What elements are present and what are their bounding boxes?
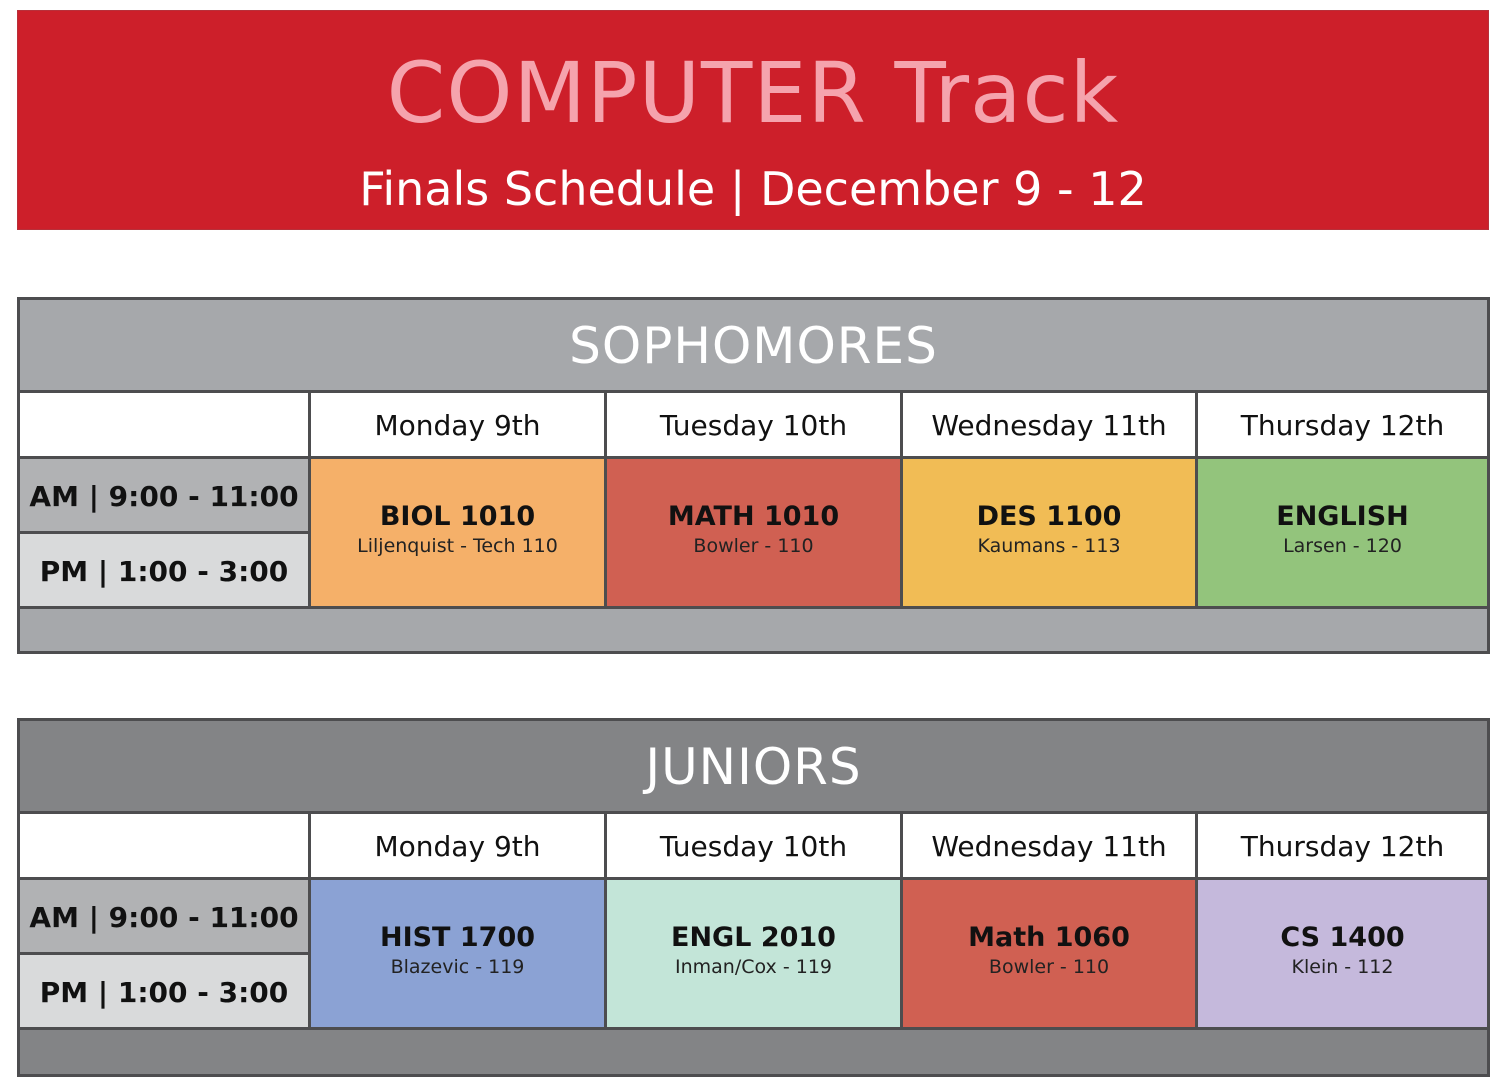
time-slot-pm: PM | 1:00 - 3:00 xyxy=(20,955,308,1030)
time-slot-pm: PM | 1:00 - 3:00 xyxy=(20,534,308,609)
course-instructor-room: Blazevic - 119 xyxy=(390,956,525,978)
course-code: BIOL 1010 xyxy=(379,501,536,532)
sophomores-section: SOPHOMORES Monday 9th Tuesday 10th Wednesd… xyxy=(17,297,1490,654)
time-slot-am: AM | 9:00 - 11:00 xyxy=(20,880,308,955)
section-title: SOPHOMORES xyxy=(569,317,938,375)
page-title: COMPUTER Track xyxy=(386,44,1120,142)
course-code: CS 1400 xyxy=(1280,922,1405,953)
day-header: Monday 9th xyxy=(308,393,604,456)
course-cell: BIOL 1010 Liljenquist - Tech 110 xyxy=(308,459,604,609)
section-title: JUNIORS xyxy=(645,738,862,796)
header-banner: COMPUTER Track Finals Schedule | Decembe… xyxy=(17,10,1489,230)
course-cell: Math 1060 Bowler - 110 xyxy=(900,880,1195,1030)
course-instructor-room: Bowler - 110 xyxy=(988,956,1110,978)
course-instructor-room: Bowler - 110 xyxy=(693,535,814,557)
course-code: HIST 1700 xyxy=(379,922,536,953)
course-code: ENGLISH xyxy=(1276,501,1409,532)
course-code: Math 1060 xyxy=(968,922,1130,953)
course-instructor-room: Kaumans - 113 xyxy=(977,535,1121,557)
course-cell: MATH 1010 Bowler - 110 xyxy=(604,459,900,609)
header-blank-cell xyxy=(20,393,308,456)
day-header: Wednesday 11th xyxy=(900,393,1195,456)
page-subtitle: Finals Schedule | December 9 - 12 xyxy=(359,162,1147,216)
day-header: Thursday 12th xyxy=(1195,393,1487,456)
course-instructor-room: Larsen - 120 xyxy=(1283,535,1402,557)
course-instructor-room: Inman/Cox - 119 xyxy=(675,956,832,978)
day-header: Tuesday 10th xyxy=(604,814,900,877)
course-code: DES 1100 xyxy=(976,501,1122,532)
day-header-row: Monday 9th Tuesday 10th Wednesday 11th Thur… xyxy=(20,811,1487,880)
day-header: Monday 9th xyxy=(308,814,604,877)
time-slot-am: AM | 9:00 - 11:00 xyxy=(20,459,308,534)
day-header-row: Monday 9th Tuesday 10th Wednesday 11th Thur… xyxy=(20,390,1487,459)
day-header: Thursday 12th xyxy=(1195,814,1487,877)
day-header: Wednesday 11th xyxy=(900,814,1195,877)
course-instructor-room: Liljenquist - Tech 110 xyxy=(357,535,558,557)
course-code: ENGL 2010 xyxy=(671,922,836,953)
course-cell: ENGL 2010 Inman/Cox - 119 xyxy=(604,880,900,1030)
course-cell: DES 1100 Kaumans - 113 xyxy=(900,459,1195,609)
juniors-section: JUNIORS Monday 9th Tuesday 10th Wednesday … xyxy=(17,718,1490,1077)
course-cell: CS 1400 Klein - 112 xyxy=(1195,880,1487,1030)
course-instructor-room: Klein - 112 xyxy=(1291,956,1394,978)
course-code: MATH 1010 xyxy=(667,501,840,532)
course-cell: HIST 1700 Blazevic - 119 xyxy=(308,880,604,1030)
header-blank-cell xyxy=(20,814,308,877)
course-cell: ENGLISH Larsen - 120 xyxy=(1195,459,1487,609)
day-header: Tuesday 10th xyxy=(604,393,900,456)
